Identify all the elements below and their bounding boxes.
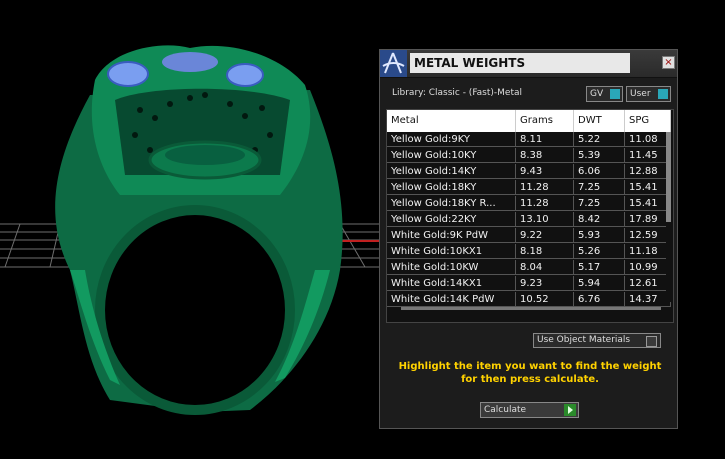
cell-dwt: 5.22 bbox=[574, 132, 625, 147]
cell-spg: 11.18 bbox=[625, 244, 671, 259]
cell-spg: 12.88 bbox=[625, 164, 671, 179]
table-header: Metal Grams DWT SPG bbox=[387, 110, 671, 132]
cell-grams: 9.43 bbox=[516, 164, 574, 179]
table-body: Yellow Gold:9KY 8.11 5.22 11.08 Yellow Gold:… bbox=[387, 132, 671, 308]
table-row[interactable]: Yellow Gold:10KY 8.38 5.39 11.45 bbox=[387, 148, 671, 164]
user-toggle-indicator bbox=[658, 89, 668, 99]
cell-metal: Yellow Gold:18KY R... bbox=[387, 196, 516, 211]
table-row[interactable]: White Gold:14K PdW 10.52 6.76 14.37 bbox=[387, 292, 671, 308]
cell-grams: 9.22 bbox=[516, 228, 574, 243]
cell-metal: White Gold:14K PdW bbox=[387, 292, 516, 307]
use-object-materials-label: Use Object Materials bbox=[537, 335, 631, 345]
cell-dwt: 7.25 bbox=[574, 180, 625, 195]
cell-spg: 12.61 bbox=[625, 276, 671, 291]
library-label: Library: Classic - (Fast)-Metal bbox=[392, 88, 523, 98]
cell-dwt: 5.26 bbox=[574, 244, 625, 259]
cell-dwt: 5.94 bbox=[574, 276, 625, 291]
cell-dwt: 6.76 bbox=[574, 292, 625, 307]
cell-grams: 9.23 bbox=[516, 276, 574, 291]
cell-grams: 10.52 bbox=[516, 292, 574, 307]
table-row[interactable]: Yellow Gold:18KY 11.28 7.25 15.41 bbox=[387, 180, 671, 196]
cell-grams: 11.28 bbox=[516, 180, 574, 195]
cell-metal: Yellow Gold:9KY bbox=[387, 132, 516, 147]
gv-toggle[interactable]: GV bbox=[586, 86, 623, 102]
cell-metal: Yellow Gold:14KY bbox=[387, 164, 516, 179]
cell-dwt: 6.06 bbox=[574, 164, 625, 179]
cell-metal: White Gold:14KX1 bbox=[387, 276, 516, 291]
cell-spg: 11.08 bbox=[625, 132, 671, 147]
header-grams[interactable]: Grams bbox=[516, 110, 574, 132]
calculate-label: Calculate bbox=[484, 405, 527, 415]
cell-grams: 8.38 bbox=[516, 148, 574, 163]
table-row[interactable]: White Gold:14KX1 9.23 5.94 12.61 bbox=[387, 276, 671, 292]
cell-spg: 11.45 bbox=[625, 148, 671, 163]
use-object-materials-checkbox[interactable]: Use Object Materials bbox=[533, 333, 661, 348]
panel-title: METAL WEIGHTS bbox=[410, 53, 630, 73]
metal-weights-panel: METAL WEIGHTS × Library: Classic - (Fast… bbox=[379, 49, 678, 429]
cell-grams: 8.11 bbox=[516, 132, 574, 147]
checkbox-box[interactable] bbox=[646, 336, 657, 347]
vertical-scroll-thumb[interactable] bbox=[666, 132, 671, 222]
cell-dwt: 5.17 bbox=[574, 260, 625, 275]
table-row[interactable]: Yellow Gold:18KY R... 11.28 7.25 15.41 bbox=[387, 196, 671, 212]
instruction-line-1: Highlight the item you want to find the … bbox=[398, 361, 662, 372]
gv-toggle-label: GV bbox=[590, 89, 604, 99]
table-row[interactable]: White Gold:10KW 8.04 5.17 10.99 bbox=[387, 260, 671, 276]
cell-grams: 13.10 bbox=[516, 212, 574, 227]
table-row[interactable]: White Gold:10KX1 8.18 5.26 11.18 bbox=[387, 244, 671, 260]
calculate-button[interactable]: Calculate bbox=[480, 402, 579, 418]
gem-right bbox=[226, 63, 264, 87]
gem-left bbox=[107, 61, 149, 87]
cell-dwt: 8.42 bbox=[574, 212, 625, 227]
title-bar[interactable]: METAL WEIGHTS × bbox=[380, 50, 677, 78]
cell-dwt: 7.25 bbox=[574, 196, 625, 211]
cell-spg: 10.99 bbox=[625, 260, 671, 275]
header-metal[interactable]: Metal bbox=[387, 110, 516, 132]
instruction-text: Highlight the item you want to find the … bbox=[392, 360, 668, 386]
cell-grams: 8.04 bbox=[516, 260, 574, 275]
cell-grams: 8.18 bbox=[516, 244, 574, 259]
cell-dwt: 5.93 bbox=[574, 228, 625, 243]
close-button[interactable]: × bbox=[662, 56, 675, 69]
vertical-scrollbar[interactable] bbox=[666, 132, 671, 302]
table-row[interactable]: Yellow Gold:9KY 8.11 5.22 11.08 bbox=[387, 132, 671, 148]
cell-metal: Yellow Gold:22KY bbox=[387, 212, 516, 227]
metal-table: Metal Grams DWT SPG Yellow Gold:9KY 8.11 5… bbox=[386, 109, 674, 323]
header-spg[interactable]: SPG bbox=[625, 110, 671, 132]
cell-spg: 15.41 bbox=[625, 196, 671, 211]
cell-spg: 15.41 bbox=[625, 180, 671, 195]
table-row[interactable]: White Gold:9K PdW 9.22 5.93 12.59 bbox=[387, 228, 671, 244]
gem-center bbox=[162, 52, 218, 72]
header-dwt[interactable]: DWT bbox=[574, 110, 625, 132]
cell-spg: 14.37 bbox=[625, 292, 671, 307]
cell-metal: White Gold:10KX1 bbox=[387, 244, 516, 259]
cell-metal: Yellow Gold:10KY bbox=[387, 148, 516, 163]
table-row[interactable]: Yellow Gold:22KY 13.10 8.42 17.89 bbox=[387, 212, 671, 228]
cell-spg: 17.89 bbox=[625, 212, 671, 227]
user-toggle[interactable]: User bbox=[626, 86, 671, 102]
ring-model[interactable] bbox=[55, 45, 343, 415]
app-logo-icon bbox=[380, 50, 407, 77]
instruction-line-2: for then press calculate. bbox=[461, 374, 599, 385]
cell-grams: 11.28 bbox=[516, 196, 574, 211]
table-row[interactable]: Yellow Gold:14KY 9.43 6.06 12.88 bbox=[387, 164, 671, 180]
play-icon bbox=[564, 404, 576, 416]
cell-metal: White Gold:9K PdW bbox=[387, 228, 516, 243]
gv-toggle-indicator bbox=[610, 89, 620, 99]
cell-metal: Yellow Gold:18KY bbox=[387, 180, 516, 195]
horizontal-scrollbar[interactable] bbox=[401, 307, 661, 310]
cell-dwt: 5.39 bbox=[574, 148, 625, 163]
user-toggle-label: User bbox=[630, 89, 651, 99]
cell-metal: White Gold:10KW bbox=[387, 260, 516, 275]
cell-spg: 12.59 bbox=[625, 228, 671, 243]
